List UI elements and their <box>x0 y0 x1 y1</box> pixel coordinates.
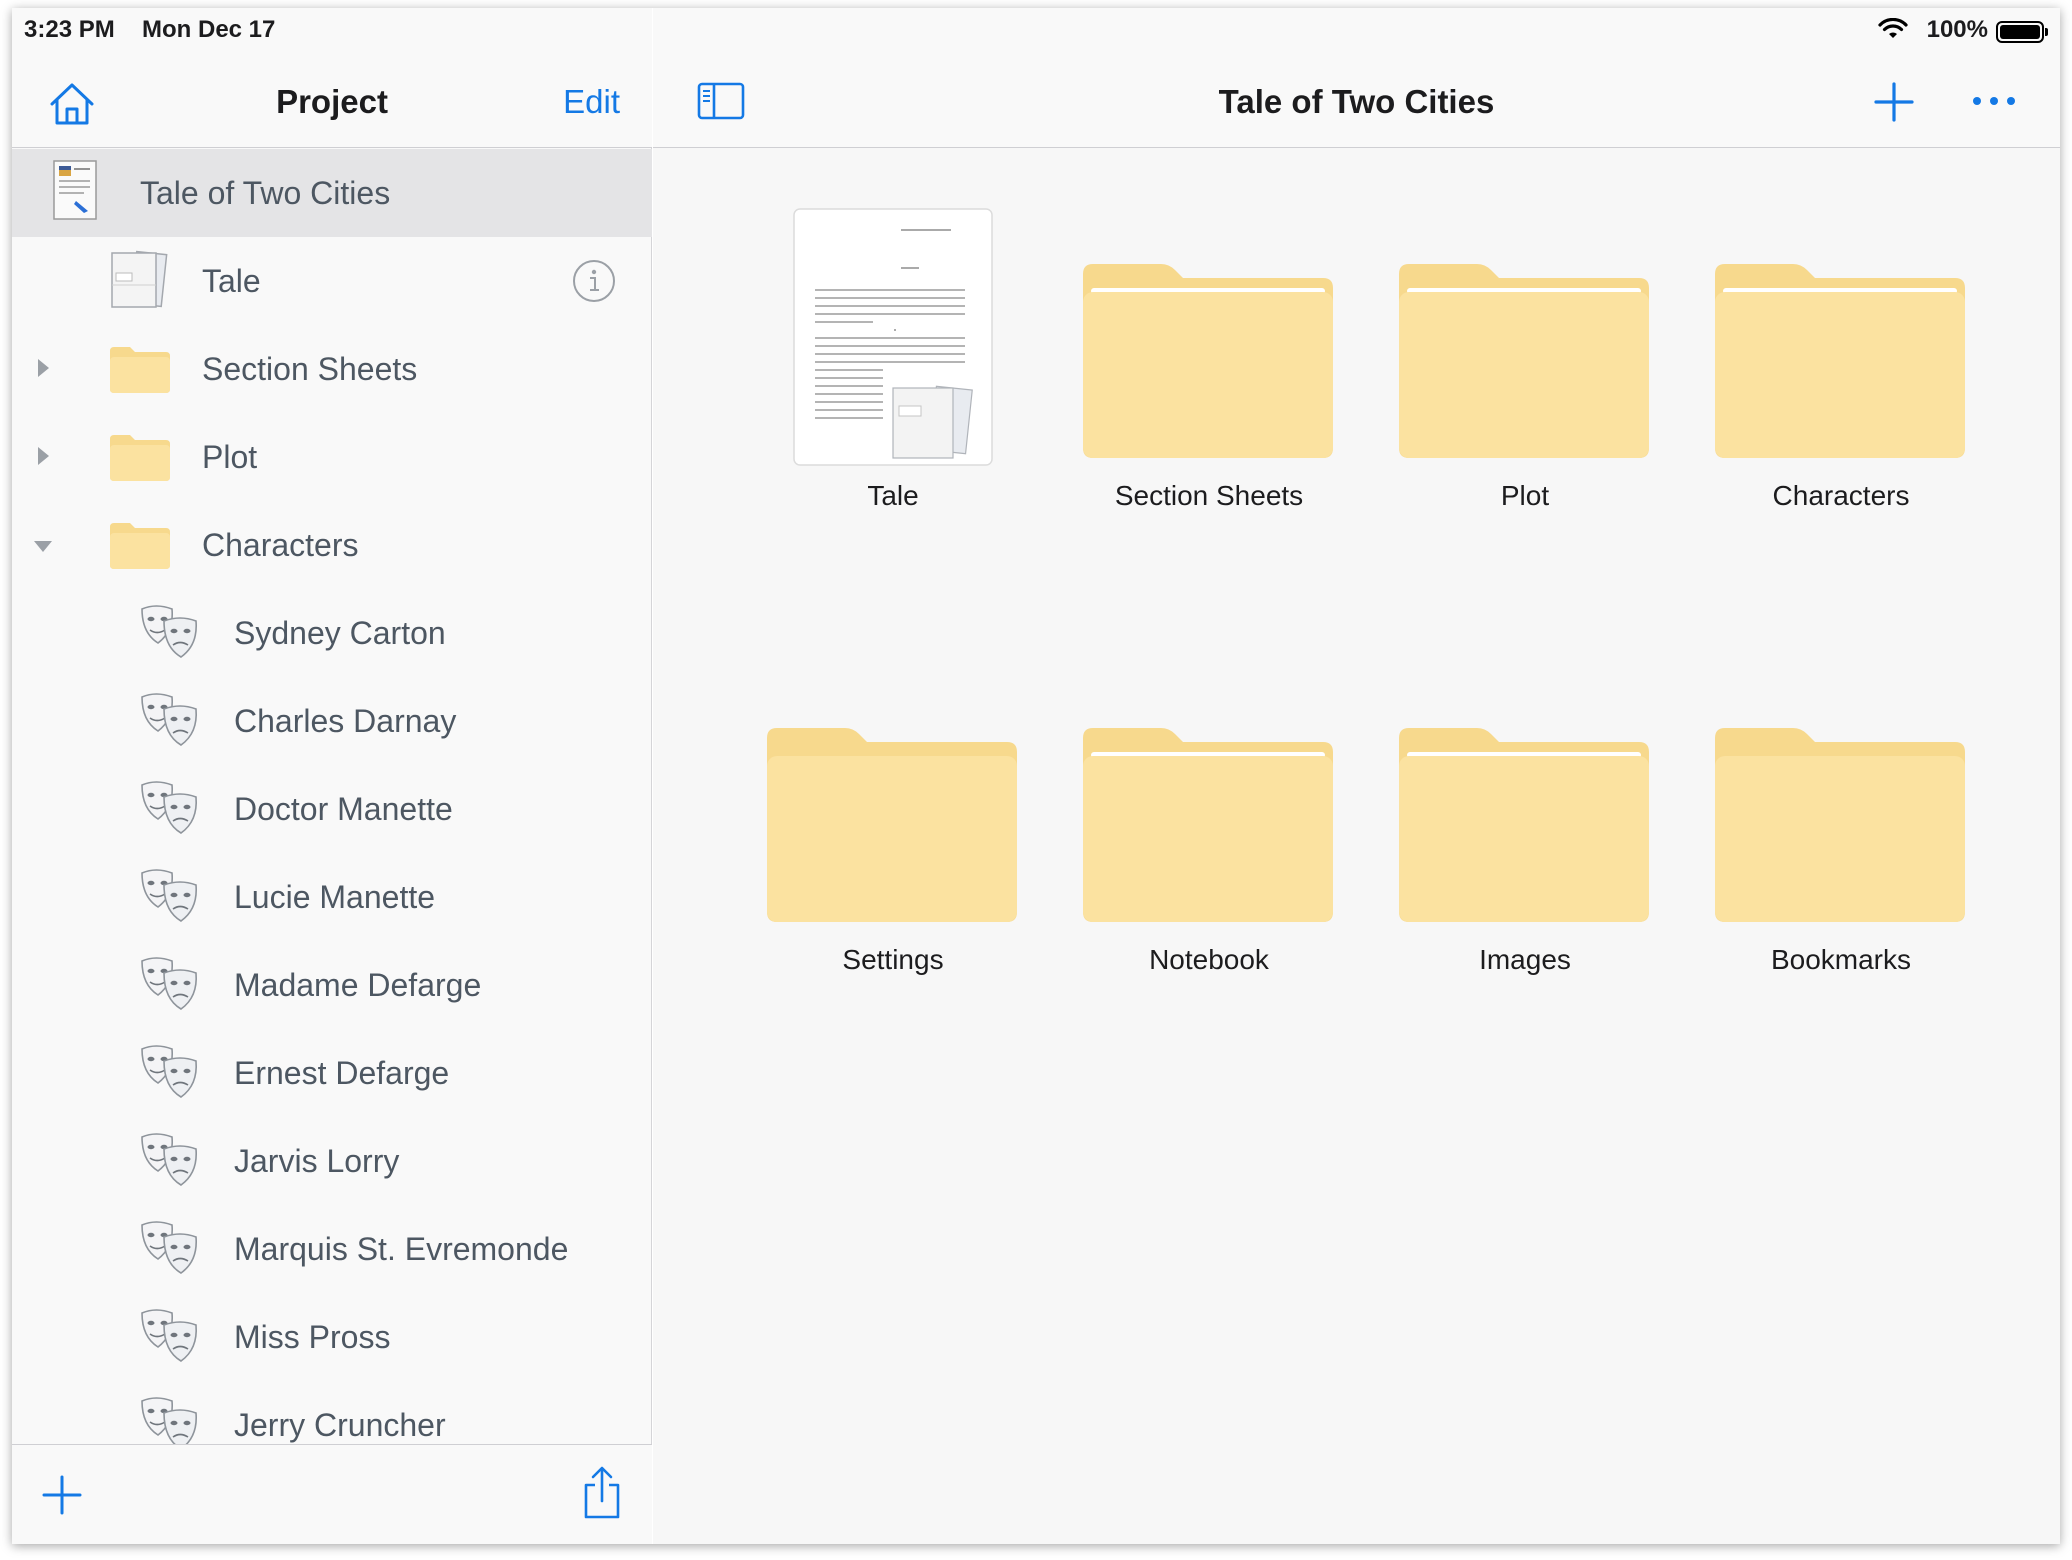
sidebar-item-character[interactable]: Sydney Carton <box>12 589 652 677</box>
status-date: Mon Dec 17 <box>142 16 276 43</box>
grid-item-label: Plot <box>1500 480 1550 511</box>
sidebar-item-label: Doctor Manette <box>234 791 453 827</box>
theater-masks-icon <box>138 779 204 844</box>
sidebar-item-label: Sydney Carton <box>234 615 446 651</box>
sidebar-item-character[interactable]: Ernest Defarge <box>12 1029 652 1117</box>
theater-masks-icon <box>138 955 204 1020</box>
theater-masks-icon <box>138 1043 204 1108</box>
folder-icon <box>1069 208 1349 468</box>
battery-icon <box>1996 21 2048 43</box>
project-document-icon <box>50 157 102 228</box>
grid-item-plot[interactable]: Plot <box>1385 208 1665 538</box>
share-icon[interactable] <box>580 1465 624 1521</box>
folder-icon <box>1069 672 1349 932</box>
sidebar-item-label: Miss Pross <box>234 1319 391 1355</box>
theater-masks-icon <box>138 691 204 756</box>
sidebar-item-label: Section Sheets <box>202 351 418 387</box>
info-icon[interactable] <box>572 259 616 303</box>
main-content: Tale of Two Cities Tale Section Sheets P… <box>653 8 2060 1544</box>
sidebar-item-label: Ernest Defarge <box>234 1055 450 1091</box>
disclosure-collapsed-icon[interactable] <box>38 447 49 465</box>
more-icon[interactable] <box>1972 94 2016 108</box>
status-time: 3:23 PM <box>24 16 115 43</box>
sidebar-toolbar <box>12 1444 652 1544</box>
disclosure-collapsed-icon[interactable] <box>38 359 49 377</box>
sidebar-item-characters[interactable]: Characters <box>12 501 652 589</box>
theater-masks-icon <box>138 1307 204 1372</box>
theater-masks-icon <box>138 1219 204 1284</box>
sidebar-item-label: Jarvis Lorry <box>234 1143 400 1179</box>
grid-item-characters[interactable]: Characters <box>1701 208 1981 538</box>
sidebar-item-character[interactable]: Jerry Cruncher <box>12 1381 652 1449</box>
folder-icon <box>108 431 172 488</box>
plus-icon[interactable] <box>40 1473 84 1517</box>
grid-item-settings[interactable]: Settings <box>753 672 1033 1002</box>
folder-icon <box>1385 672 1665 932</box>
folder-icon <box>1385 208 1665 468</box>
folder-icon <box>1701 672 1981 932</box>
sidebar-item-plot[interactable]: Plot <box>12 413 652 501</box>
grid-item-notebook[interactable]: Notebook <box>1069 672 1349 1002</box>
sidebar-item-label: Tale <box>202 263 261 299</box>
status-bar: 3:23 PM Mon Dec 17 100% <box>12 8 2060 50</box>
grid-item-images[interactable]: Images <box>1385 672 1665 1002</box>
grid-item-label: Bookmarks <box>1770 944 1912 975</box>
grid-item-tale[interactable]: Tale <box>753 208 1033 538</box>
battery-percent: 100% <box>1926 16 1988 43</box>
folder-icon <box>753 672 1033 932</box>
theater-masks-icon <box>138 867 204 932</box>
sidebar-item-character[interactable]: Madame Defarge <box>12 941 652 1029</box>
plus-icon[interactable] <box>1874 82 1914 122</box>
sidebar-item-character[interactable]: Lucie Manette <box>12 853 652 941</box>
sidebar-toggle-icon[interactable] <box>697 82 745 120</box>
grid-item-label: Images <box>1479 944 1571 975</box>
sidebar-title: Project <box>276 83 388 120</box>
grid-item-label: Characters <box>1772 480 1910 511</box>
sidebar-item-label: Charles Darnay <box>234 703 457 739</box>
sidebar: Project Edit Tale of Two Cities Tale Sec… <box>12 8 652 1544</box>
grid-item-bookmarks[interactable]: Bookmarks <box>1701 672 1981 1002</box>
sidebar-item-label: Lucie Manette <box>234 879 436 915</box>
sidebar-item-character[interactable]: Doctor Manette <box>12 765 652 853</box>
page-title: Tale of Two Cities <box>1218 83 1495 120</box>
folder-icon <box>108 343 172 400</box>
sidebar-item-label: Madame Defarge <box>234 967 482 1003</box>
sidebar-item-character[interactable]: Miss Pross <box>12 1293 652 1381</box>
grid-item-label: Section Sheets <box>1114 480 1304 511</box>
sidebar-item-label: Marquis St. Evremonde <box>234 1231 569 1267</box>
sidebar-item-section-sheets[interactable]: Section Sheets <box>12 325 652 413</box>
binder-tree: Tale of Two Cities Tale Section Sheets P… <box>12 149 652 1449</box>
sidebar-item-character[interactable]: Jarvis Lorry <box>12 1117 652 1205</box>
folder-icon <box>1701 208 1981 468</box>
sidebar-item-label: Jerry Cruncher <box>234 1407 446 1443</box>
grid-item-section-sheets[interactable]: Section Sheets <box>1069 208 1349 538</box>
folder-icon <box>108 519 172 576</box>
ipad-screen: 3:23 PM Mon Dec 17 100% Project Edit Tal… <box>12 8 2060 1544</box>
theater-masks-icon <box>138 1131 204 1196</box>
sidebar-item-tale[interactable]: Tale <box>12 237 652 325</box>
theater-masks-icon <box>138 1395 204 1449</box>
sidebar-item-character[interactable]: Charles Darnay <box>12 677 652 765</box>
grid-item-label: Tale <box>867 480 919 511</box>
manuscript-icon <box>106 247 172 316</box>
sidebar-item-label: Plot <box>202 439 258 475</box>
edit-button[interactable]: Edit <box>563 83 620 121</box>
grid-item-label: Notebook <box>1149 944 1269 975</box>
home-icon[interactable] <box>46 78 98 130</box>
sidebar-item-project[interactable]: Tale of Two Cities <box>12 149 652 237</box>
theater-masks-icon <box>138 603 204 668</box>
sidebar-item-character[interactable]: Marquis St. Evremonde <box>12 1205 652 1293</box>
document-thumbnail <box>753 208 1033 468</box>
wifi-icon <box>1878 17 1908 47</box>
sidebar-item-label: Characters <box>202 527 359 563</box>
disclosure-expanded-icon[interactable] <box>34 541 52 552</box>
grid-item-label: Settings <box>842 944 944 975</box>
sidebar-item-label: Tale of Two Cities <box>140 175 391 211</box>
